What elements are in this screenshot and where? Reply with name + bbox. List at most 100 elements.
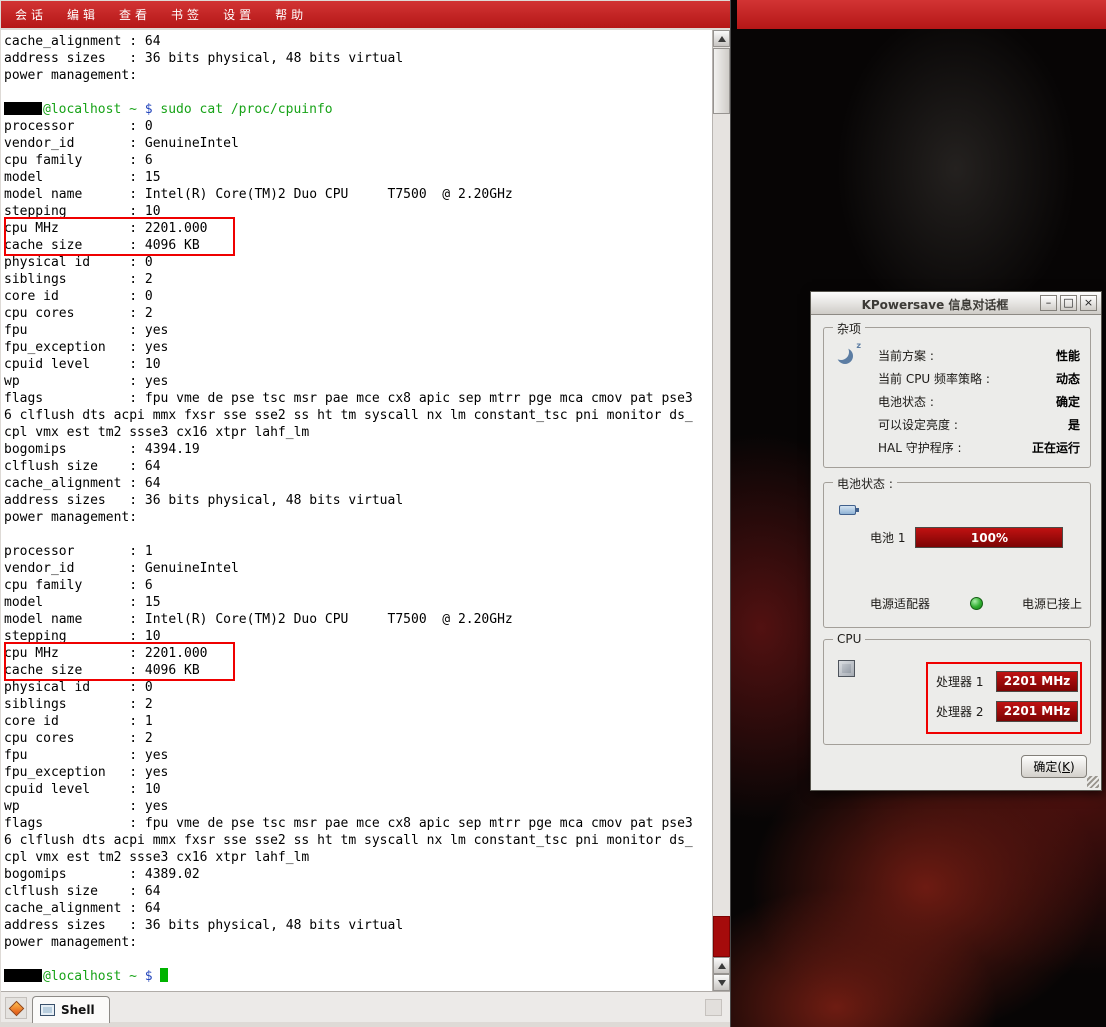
battery-row: 电池 1 100% [870,527,1063,548]
terminal-scrollbar[interactable] [712,30,730,991]
menu-item[interactable]: 查看 [109,6,161,23]
scroll-up-button[interactable] [713,30,730,47]
minimize-button[interactable]: – [1040,295,1057,311]
menu-item[interactable]: 书签 [161,6,213,23]
adapter-status: 电源已接上 [1022,595,1082,612]
terminal-line: flags : fpu vme de pse tsc msr pae mce c… [4,390,710,407]
terminal-line: vendor_id : GenuineIntel [4,560,710,577]
prompt-symbol: $ [137,969,160,984]
ok-label-pre: 确定( [1033,760,1062,774]
terminal-line [4,84,710,101]
tab-list-button[interactable] [705,999,722,1016]
tab-bar: Shell [1,991,730,1022]
info-label: 电池状态 : [878,393,934,410]
typed-command: sudo cat /proc/cpuinfo [160,102,332,117]
kpowersave-dialog: KPowersave 信息对话框 – □ × 杂项 z 当前方案 :性能当前 C… [810,291,1102,791]
terminal-line: siblings : 2 [4,271,710,288]
close-button[interactable]: × [1080,295,1097,311]
info-label: 可以设定亮度 : [878,416,958,433]
terminal-line: cache_alignment : 64 [4,900,710,917]
resize-grip[interactable] [1087,776,1099,788]
info-value: 动态 [1056,370,1080,387]
terminal-line: cpu cores : 2 [4,305,710,322]
terminal-line: fpu : yes [4,747,710,764]
terminal-line: cpu family : 6 [4,152,710,169]
processor-label: 处理器 2 [936,703,988,720]
terminal-line: wp : yes [4,373,710,390]
menu-item[interactable]: 设置 [213,6,265,23]
terminal-line: processor : 0 [4,118,710,135]
ok-label-key: K [1062,760,1070,774]
scrollbar-thumb[interactable] [713,48,730,114]
terminal-line: model : 15 [4,594,710,611]
info-row: 电池状态 :确定 [878,390,1080,413]
redacted-username [4,969,42,982]
info-label: 当前方案 : [878,347,934,364]
dialog-titlebar[interactable]: KPowersave 信息对话框 – □ × [811,292,1101,315]
terminal-line: address sizes : 36 bits physical, 48 bit… [4,917,710,934]
shell-monitor-icon [40,1004,55,1016]
terminal-line: fpu_exception : yes [4,764,710,781]
terminal-line: model name : Intel(R) Core(TM)2 Duo CPU … [4,611,710,628]
terminal-window: 会话编辑查看书签设置帮助 cache_alignment : 64address… [0,0,731,1027]
processor-frequency-value: 2201 MHz [1004,704,1071,718]
battery-progress-bar: 100% [915,527,1063,548]
cpu-rows: 处理器 1 2201 MHz 处理器 2 2201 MHz [936,666,1078,726]
scroll-down-button[interactable] [713,974,730,991]
battery-group: 电池状态 : 电池 1 100% 电源适配器 电源已接上 [823,482,1091,628]
arrow-up-icon [718,36,726,42]
scroll-up-button-bottom[interactable] [713,957,730,974]
misc-group: 杂项 z 当前方案 :性能当前 CPU 频率策略 :动态电池状态 :确定可以设定… [823,327,1091,468]
new-session-icon [8,1000,24,1016]
terminal-line: cpuid level : 10 [4,356,710,373]
cpu-group-label: CPU [833,632,865,646]
terminal-line: power management: [4,67,710,84]
tab-shell[interactable]: Shell [32,996,110,1023]
redacted-username [4,102,42,115]
menu-item[interactable]: 会话 [5,6,57,23]
terminal-line: stepping : 10 [4,203,710,220]
adapter-label: 电源适配器 [870,595,930,612]
info-value: 正在运行 [1032,439,1080,456]
new-session-button[interactable] [5,997,27,1019]
terminal-line: processor : 1 [4,543,710,560]
info-row: 当前方案 : 性能 [878,344,1080,367]
menu-item[interactable]: 帮助 [265,6,317,23]
terminal-line: core id : 1 [4,713,710,730]
ok-button[interactable]: 确定(K) [1021,755,1087,778]
window-buttons: – □ × [1040,295,1097,311]
battery-group-label: 电池状态 : [833,475,897,492]
terminal-cursor [160,968,168,982]
menu-bar: 会话编辑查看书签设置帮助 [1,1,730,28]
terminal-line: power management: [4,934,710,951]
terminal-line: cpuid level : 10 [4,781,710,798]
terminal-line: cpl vmx est tm2 ssse3 cx16 xtpr lahf_lm [4,849,710,866]
prompt-host: @localhost ~ [43,102,137,117]
terminal-line: cache size : 4096 KB [4,662,710,679]
processor-frequency-value: 2201 MHz [1004,674,1071,688]
arrow-down-icon [718,980,726,986]
terminal-line: core id : 0 [4,288,710,305]
terminal-line: model name : Intel(R) Core(TM)2 Duo CPU … [4,186,710,203]
terminal-output[interactable]: cache_alignment : 64address sizes : 36 b… [4,33,710,988]
terminal-line: fpu_exception : yes [4,339,710,356]
processor-label: 处理器 1 [936,673,988,690]
terminal-line: cpu family : 6 [4,577,710,594]
battery-percentage: 100% [971,531,1008,545]
info-row: 当前 CPU 频率策略 :动态 [878,367,1080,390]
terminal-line: cache_alignment : 64 [4,475,710,492]
moon-shape [837,348,853,364]
terminal-line: cpu cores : 2 [4,730,710,747]
maximize-button[interactable]: □ [1060,295,1077,311]
terminal-line: flags : fpu vme de pse tsc msr pae mce c… [4,815,710,832]
desktop-background: KPowersave 信息对话框 – □ × 杂项 z 当前方案 :性能当前 C… [731,0,1106,1027]
terminal-prompt-line: @localhost ~ $ sudo cat /proc/cpuinfo [4,101,710,118]
terminal-area: cache_alignment : 64address sizes : 36 b… [1,30,712,991]
cpu-group: CPU 处理器 12201 MHz处理器 22201 MHz [823,639,1091,745]
info-value: 性能 [1056,347,1080,364]
menu-item[interactable]: 编辑 [57,6,109,23]
terminal-line: physical id : 0 [4,679,710,696]
dialog-title: KPowersave 信息对话框 [841,296,1029,313]
prompt-host: @localhost ~ [43,969,137,984]
terminal-line: cache_alignment : 64 [4,33,710,50]
